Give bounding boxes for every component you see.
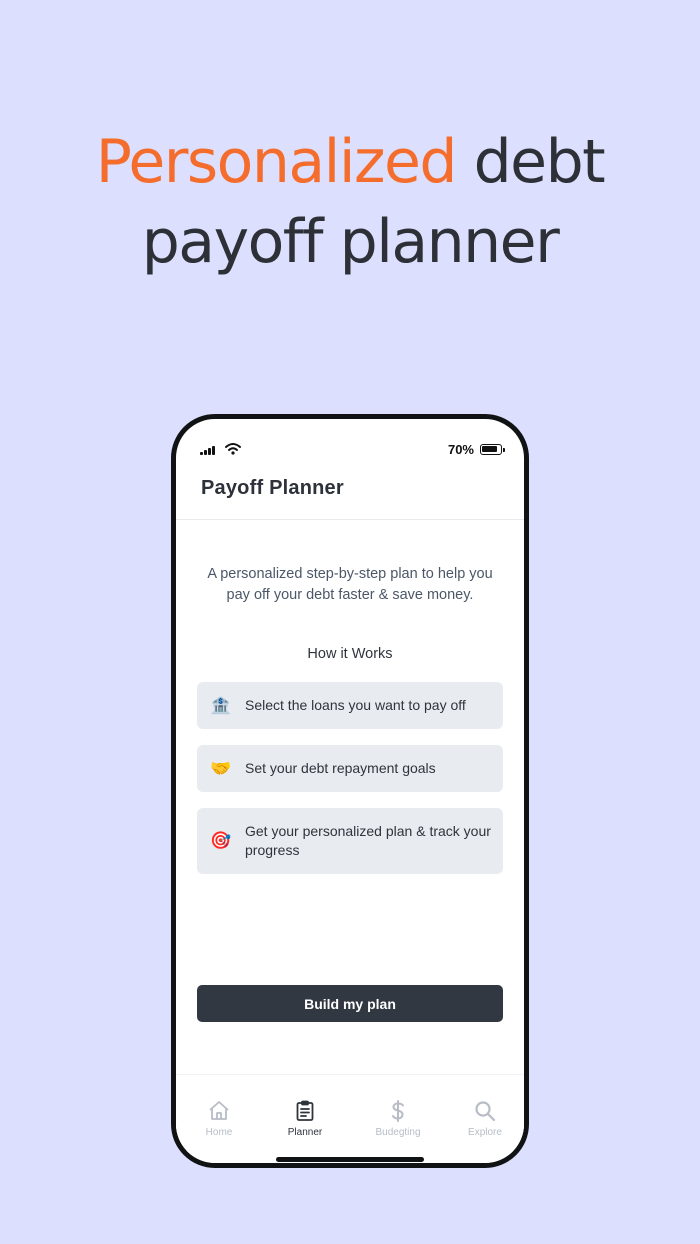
status-bar: 70%: [176, 419, 524, 475]
battery-icon: [480, 444, 505, 455]
tab-label: Home: [205, 1127, 233, 1138]
header-divider: [176, 519, 524, 520]
handshake-icon: 🤝: [210, 758, 232, 778]
headline-rest: debt: [473, 127, 606, 197]
target-icon: 🎯: [210, 831, 232, 850]
wifi-icon: [225, 443, 241, 455]
tab-home[interactable]: Home: [176, 1099, 262, 1138]
step-label: Get your personalized plan & track your …: [245, 823, 491, 858]
step-set-goals: 🤝 Set your debt repayment goals: [197, 745, 503, 792]
headline-line-1: Personalized debt: [0, 122, 700, 202]
clipboard-icon: [296, 1100, 314, 1121]
dollar-icon: [392, 1100, 404, 1122]
step-select-loans: 🏦 Select the loans you want to pay off: [197, 682, 503, 729]
home-icon: [209, 1101, 229, 1120]
search-icon: [475, 1101, 496, 1122]
step-label: Set your debt repayment goals: [245, 760, 436, 776]
step-label: Select the loans you want to pay off: [245, 697, 466, 713]
how-it-works-heading: How it Works: [307, 646, 393, 662]
tab-planner[interactable]: Planner: [262, 1099, 348, 1138]
home-indicator[interactable]: [276, 1157, 424, 1162]
signal-icon: [200, 445, 218, 455]
tab-bar: Home Planner Budegting Explore: [176, 1075, 524, 1163]
headline-line-2: payoff planner: [141, 207, 560, 277]
tab-budgeting[interactable]: Budegting: [355, 1099, 441, 1138]
battery-percent: 70%: [447, 442, 474, 457]
tab-label: Planner: [287, 1127, 323, 1138]
tab-label: Budegting: [375, 1127, 421, 1138]
tab-label: Explore: [468, 1127, 502, 1138]
headline-accent: Personalized: [95, 127, 458, 197]
build-plan-button[interactable]: Build my plan: [197, 985, 503, 1022]
tab-explore[interactable]: Explore: [442, 1099, 524, 1138]
step-get-plan: 🎯 Get your personalized plan & track you…: [197, 808, 503, 874]
phone-frame: 70% Payoff Planner A personalized step-b…: [171, 414, 529, 1168]
marketing-headline: Personalized debt payoff planner: [0, 122, 700, 282]
bank-icon: 🏦: [210, 695, 232, 715]
page-title: Payoff Planner: [201, 477, 344, 499]
intro-text: A personalized step-by-step plan to help…: [207, 566, 493, 603]
